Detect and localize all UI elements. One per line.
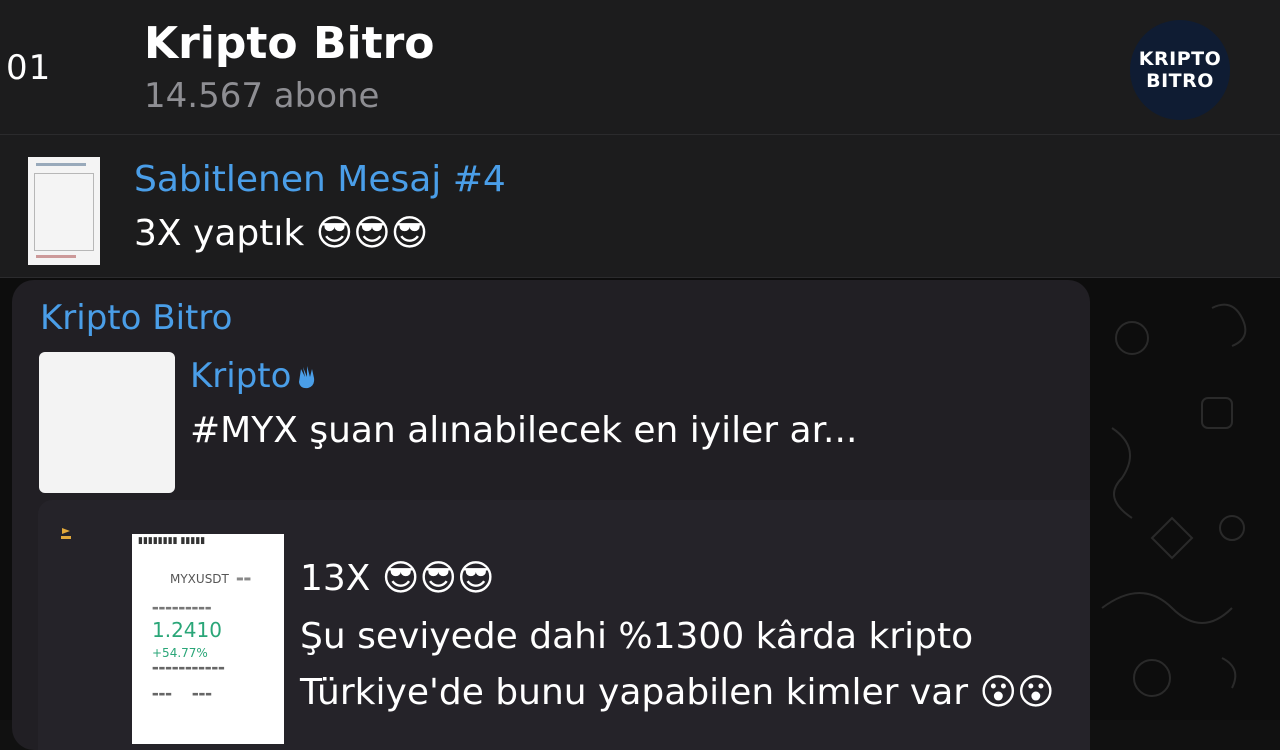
screenshot-percent: +54.77%: [152, 646, 208, 660]
message-sender[interactable]: Kripto Bitro: [40, 298, 232, 338]
verified-hand-icon: [299, 366, 315, 389]
screenshot-price: 1.2410: [152, 618, 222, 642]
avatar-line-2: BITRO: [1146, 70, 1214, 92]
screenshot-side: ▬▬: [236, 574, 252, 583]
message-bubble[interactable]: Kripto Bitro Kripto #MYX şuan alınabilec…: [12, 280, 1090, 750]
screenshot-footer-left: ▬▬▬: [152, 690, 172, 698]
wallpaper-doodle: [1101, 303, 1247, 697]
channel-header: 01 Kripto Bitro 14.567 abone KRIPTO BITR…: [0, 0, 1280, 135]
pinned-text: 3X yaptık 😎😎😎: [134, 213, 429, 254]
message-line-1: 13X 😎😎😎: [300, 558, 495, 599]
avatar-line-1: KRIPTO: [1138, 48, 1222, 70]
reply-thumbnail[interactable]: [39, 352, 175, 493]
screenshot-detail-row: ▬▬▬▬▬▬▬▬▬▬▬: [152, 664, 225, 672]
message-line-2: Şu seviyede dahi %1300 kârda kripto: [300, 616, 974, 657]
reply-author-name: Kripto: [190, 356, 292, 396]
screenshot-symbol: MYXUSDT: [170, 572, 229, 586]
message-content: ▮▮▮▮▮▮▮▮ ▮▮▮▮▮ MYXUSDT ▬▬ ▬▬▬▬▬▬▬▬▬ 1.24…: [38, 500, 1090, 750]
pin-flag-icon: [61, 528, 71, 539]
screenshot-footer-right: ▬▬▬: [192, 690, 212, 698]
screenshot-status-bar: ▮▮▮▮▮▮▮▮ ▮▮▮▮▮: [138, 536, 206, 546]
reply-author[interactable]: Kripto: [190, 356, 319, 396]
pinned-message-bar[interactable]: Sabitlenen Mesaj #4 3X yaptık 😎😎😎: [0, 135, 1280, 278]
back-unread-count[interactable]: 01: [6, 48, 51, 88]
channel-title[interactable]: Kripto Bitro: [144, 18, 435, 69]
screenshot-label: ▬▬▬▬▬▬▬▬▬: [152, 604, 212, 612]
message-line-3: Türkiye'de bunu yapabilen kimler var 😮😮: [300, 672, 1055, 713]
subscriber-count: 14.567 abone: [144, 76, 380, 116]
pinned-thumbnail: [28, 157, 100, 265]
channel-avatar[interactable]: KRIPTO BITRO: [1130, 20, 1230, 120]
trade-screenshot[interactable]: ▮▮▮▮▮▮▮▮ ▮▮▮▮▮ MYXUSDT ▬▬ ▬▬▬▬▬▬▬▬▬ 1.24…: [132, 534, 284, 744]
pinned-title: Sabitlenen Mesaj #4: [134, 159, 506, 200]
reply-preview-text: #MYX şuan alınabilecek en iyiler ar...: [190, 410, 858, 451]
